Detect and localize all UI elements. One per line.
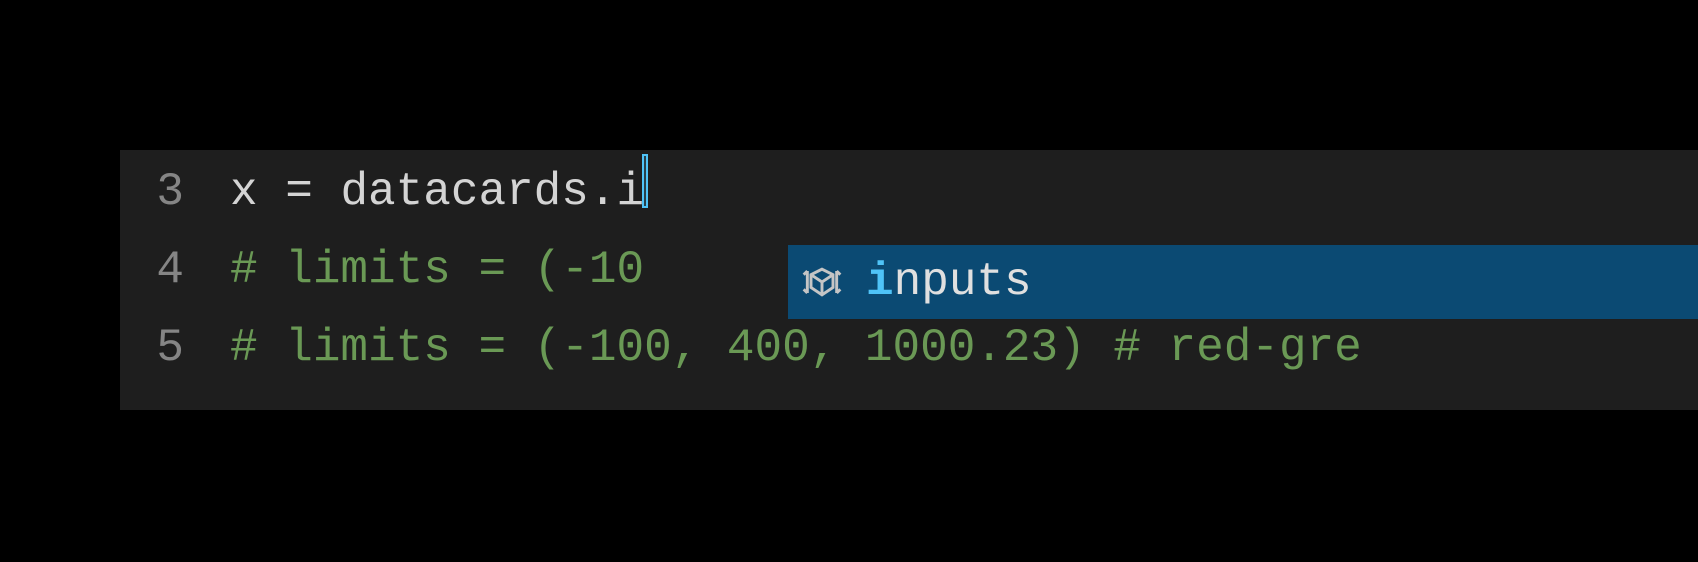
code-token: .	[589, 153, 617, 231]
autocomplete-item[interactable]: inputs	[866, 256, 1032, 308]
code-line[interactable]: 3 x = datacards.i	[120, 150, 1698, 231]
code-token: datacards	[340, 153, 588, 231]
code-content[interactable]: # limits = (-100, 400, 1000.23) # red-gr…	[230, 309, 1698, 387]
autocomplete-match-rest: nputs	[894, 256, 1032, 308]
code-token: # limits = (-100, 400, 1000.23) # red-gr…	[230, 309, 1362, 387]
code-content[interactable]: x = datacards.i	[230, 150, 1698, 231]
variable-icon	[800, 260, 844, 304]
line-number: 3	[120, 153, 230, 231]
code-line[interactable]: 5 # limits = (-100, 400, 1000.23) # red-…	[120, 309, 1698, 387]
autocomplete-match-highlight: i	[866, 256, 894, 308]
code-token: x	[230, 153, 285, 231]
code-token: i	[617, 153, 645, 231]
text-cursor	[642, 154, 648, 208]
code-token: # limits = (-10	[230, 231, 644, 309]
line-number: 5	[120, 309, 230, 387]
code-token: =	[285, 153, 340, 231]
autocomplete-popup[interactable]: inputs	[788, 245, 1698, 319]
line-number: 4	[120, 231, 230, 309]
